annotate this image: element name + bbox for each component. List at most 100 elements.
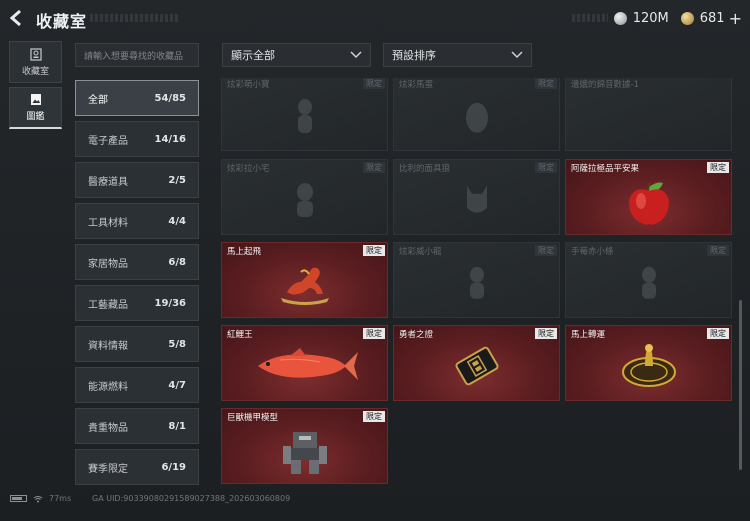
display-filter-value: 顯示全部 xyxy=(231,49,275,62)
category-item-tools[interactable]: 工具材料 4/4 xyxy=(75,203,199,239)
item-name: 馬上轉運 xyxy=(571,330,606,340)
gallery-icon xyxy=(30,94,41,105)
collection-grid: 炫彩萌小寶 限定 炫彩馬蛋 限定 遺娥的錦音數據-1 炫彩拉小宅 限定 比利的面… xyxy=(221,78,732,486)
limited-tag: 限定 xyxy=(363,411,385,422)
limited-tag: 限定 xyxy=(363,328,385,339)
collection-card[interactable]: 炫彩馬蛋 限定 xyxy=(393,78,560,151)
tab-gallery[interactable]: 圖鑑 xyxy=(9,87,62,129)
category-item-intel[interactable]: 資料情報 5/8 xyxy=(75,326,199,362)
title-decoration xyxy=(90,14,180,22)
category-item-all[interactable]: 全部 54/85 xyxy=(75,80,199,116)
collection-room-icon xyxy=(29,47,42,61)
wifi-icon xyxy=(33,495,43,502)
category-item-medical[interactable]: 醫療道具 2/5 xyxy=(75,162,199,198)
limited-tag: 限定 xyxy=(363,162,385,173)
sort-dropdown[interactable]: 預設排序 xyxy=(383,43,532,67)
collection-card[interactable]: 炫彩威小龍 限定 xyxy=(393,242,560,318)
collection-card[interactable]: 馬上轉運 限定 xyxy=(565,325,732,401)
currency-panel: 120M 681 + xyxy=(571,7,742,29)
category-item-crafts[interactable]: 工藝藏品 19/36 xyxy=(75,285,199,321)
category-label: 工具材料 xyxy=(88,217,128,229)
figurine-silhouette-icon xyxy=(469,266,484,299)
limited-tag: 限定 xyxy=(535,78,557,89)
category-label: 資料情報 xyxy=(88,340,128,352)
user-uid: GA UID:903390802915890273​88_20260306080… xyxy=(92,494,291,503)
koi-fish-icon xyxy=(257,347,358,380)
side-tabs: 收藏室 圖鑑 xyxy=(9,41,62,133)
category-label: 家居物品 xyxy=(88,258,128,270)
limited-tag: 限定 xyxy=(535,245,557,256)
tab-label: 收藏室 xyxy=(21,66,49,77)
collection-card[interactable]: 馬上起飛 限定 xyxy=(221,242,388,318)
category-count: 8/1 xyxy=(168,420,186,432)
limited-tag: 限定 xyxy=(535,328,557,339)
category-label: 貴重物品 xyxy=(88,422,128,434)
currency-decoration xyxy=(571,14,608,22)
limited-tag: 限定 xyxy=(363,245,385,256)
figurine-silhouette-icon xyxy=(296,183,313,217)
item-name: 阿薩拉極品平安果 xyxy=(571,164,640,174)
search-input[interactable]: 請輸入想要尋找的收藏品 xyxy=(75,43,199,67)
apple-icon xyxy=(628,182,669,226)
item-name: 炫彩拉小宅 xyxy=(227,164,270,174)
gold-coin-icon xyxy=(680,11,694,25)
collection-card[interactable]: 勇者之證 限定 xyxy=(393,325,560,401)
item-name: 巨獸機甲模型 xyxy=(227,413,279,423)
collection-card[interactable]: 巨獸機甲模型 限定 xyxy=(221,408,388,484)
grid-scrollbar[interactable] xyxy=(739,300,742,470)
gold-currency-value: 681 xyxy=(699,10,725,26)
category-label: 電子產品 xyxy=(88,135,128,147)
item-name: 遺娥的錦音數據-1 xyxy=(571,80,639,90)
category-count: 14/16 xyxy=(154,133,186,145)
category-label: 全部 xyxy=(88,94,108,106)
horse-statue-icon xyxy=(280,267,329,305)
category-item-energy[interactable]: 能源燃料 4/7 xyxy=(75,367,199,403)
category-item-season-limited[interactable]: 賽季限定 6/19 xyxy=(75,449,199,485)
display-filter-dropdown[interactable]: 顯示全部 xyxy=(222,43,371,67)
add-currency-icon[interactable]: + xyxy=(729,9,742,28)
silver-currency-value: 120M xyxy=(632,10,669,26)
collection-card[interactable]: 阿薩拉極品平安果 限定 xyxy=(565,159,732,235)
item-name: 勇者之證 xyxy=(399,330,434,340)
limited-tag: 限定 xyxy=(363,78,385,89)
category-label: 能源燃料 xyxy=(88,381,128,393)
item-name: 比利的面具狼 xyxy=(399,164,451,174)
limited-tag: 限定 xyxy=(707,162,729,173)
silver-coin-icon xyxy=(613,11,627,25)
collection-card[interactable]: 紅鯉王 限定 xyxy=(221,325,388,401)
battery-icon xyxy=(10,495,27,502)
category-item-household[interactable]: 家居物品 6/8 xyxy=(75,244,199,280)
category-label: 醫療道具 xyxy=(88,176,128,188)
chevron-down-icon xyxy=(350,51,362,59)
collection-card[interactable]: 遺娥的錦音數據-1 xyxy=(565,78,732,151)
tab-collection-room[interactable]: 收藏室 xyxy=(9,41,62,83)
mask-silhouette-icon xyxy=(466,185,487,213)
figurine-silhouette-icon xyxy=(297,99,312,133)
limited-tag: 限定 xyxy=(535,162,557,173)
category-count: 5/8 xyxy=(168,338,186,350)
chevron-down-icon xyxy=(511,51,523,59)
item-name: 炫彩萌小寶 xyxy=(227,80,270,90)
item-name: 炫彩威小龍 xyxy=(399,247,442,257)
collection-card[interactable]: 炫彩萌小寶 限定 xyxy=(221,78,388,151)
category-item-electronics[interactable]: 電子產品 14/16 xyxy=(75,121,199,157)
collection-card[interactable]: 手莓赤小條 限定 xyxy=(565,242,732,318)
category-count: 6/8 xyxy=(168,256,186,268)
category-item-valuables[interactable]: 貴重物品 8/1 xyxy=(75,408,199,444)
figurine-silhouette-icon xyxy=(641,266,656,299)
collection-card[interactable]: 比利的面具狼 限定 xyxy=(393,159,560,235)
item-name: 馬上起飛 xyxy=(227,247,262,257)
collection-card[interactable]: 炫彩拉小宅 限定 xyxy=(221,159,388,235)
back-arrow-icon[interactable] xyxy=(8,9,28,27)
category-count: 4/4 xyxy=(168,215,186,227)
category-count: 6/19 xyxy=(161,461,186,473)
item-name: 炫彩馬蛋 xyxy=(399,80,434,90)
badge-card-icon xyxy=(455,346,498,386)
ping-value: 77ms xyxy=(49,494,72,503)
top-bar: 收藏室 120M 681 + xyxy=(0,0,750,36)
egg-silhouette-icon xyxy=(465,102,488,133)
category-count: 54/85 xyxy=(154,92,186,104)
mech-model-icon xyxy=(282,431,327,474)
golden-compass-icon xyxy=(621,343,676,387)
category-list: 全部 54/85 電子產品 14/16 醫療道具 2/5 工具材料 4/4 家居物品 6/… xyxy=(75,80,199,490)
